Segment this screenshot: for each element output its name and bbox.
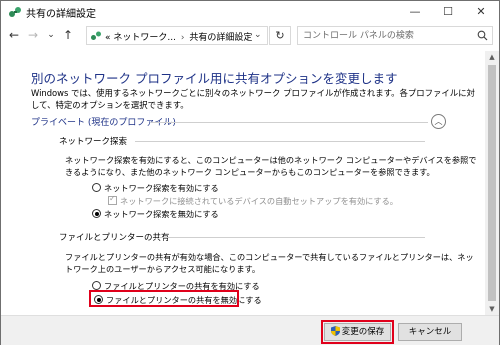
network-discovery-on-radio[interactable] [92, 183, 101, 192]
page-description: Windows では、使用するネットワークごとに別々のネットワーク プロファイル… [31, 88, 475, 110]
minimize-button[interactable]: — [399, 1, 431, 23]
close-button[interactable]: ✕ [465, 1, 497, 23]
recent-locations-button[interactable]: ⌄ [43, 27, 59, 43]
address-dropdown-icon[interactable]: ⌄ [254, 30, 262, 40]
breadcrumb-overflow[interactable]: « [105, 33, 111, 43]
page-title: 別のネットワーク プロファイル用に共有オプションを変更します [31, 71, 398, 86]
control-panel-icon [91, 31, 101, 40]
maximize-button[interactable]: ☐ [432, 1, 464, 23]
file-printer-sharing-text: ファイルとプリンターの共有が有効な場合、このコンピューターで共有しているファイル… [65, 252, 474, 274]
address-bar[interactable]: « ネットワーク... › 共有の詳細設定 ⌄ [86, 26, 268, 45]
back-button[interactable]: ← [6, 27, 22, 43]
advanced-sharing-window: 共有の詳細設定 — ☐ ✕ ← → ⌄ ↑ « ネットワーク... › 共有の詳… [0, 0, 500, 345]
cancel-button[interactable]: キャンセル [398, 323, 462, 341]
window-title: 共有の詳細設定 [26, 9, 96, 20]
auto-setup-option[interactable]: ネットワークに接続されているデバイスの自動セットアップを有効にする。 [108, 194, 398, 207]
auto-setup-checkbox[interactable] [108, 194, 117, 205]
network-discovery-off-label[interactable]: ネットワーク探索を無効にする [104, 209, 219, 219]
breadcrumb-advanced-sharing[interactable]: 共有の詳細設定 [189, 33, 252, 43]
search-input[interactable] [303, 29, 473, 42]
breadcrumb: « ネットワーク... › 共有の詳細設定 [105, 30, 252, 43]
network-discovery-heading: ネットワーク探索 [59, 137, 128, 147]
search-box[interactable] [297, 26, 493, 45]
sharing-on-radio[interactable] [92, 281, 101, 290]
network-discovery-divider [135, 141, 425, 142]
refresh-button[interactable]: ↻ [269, 26, 291, 45]
network-discovery-on-label[interactable]: ネットワーク探索を有効にする [104, 183, 219, 193]
vertical-scrollbar[interactable]: ▲ ▼ [485, 51, 499, 315]
collapse-chevron-icon[interactable]: ︿ [431, 114, 446, 129]
network-discovery-on-option[interactable]: ネットワーク探索を有効にする [92, 182, 219, 194]
scroll-thumb[interactable] [488, 65, 496, 301]
scroll-up-arrow-icon[interactable]: ▲ [485, 51, 499, 63]
search-icon[interactable] [477, 30, 488, 41]
breadcrumb-separator: › [180, 33, 185, 43]
auto-setup-label[interactable]: ネットワークに接続されているデバイスの自動セットアップを有効にする。 [120, 196, 398, 206]
network-sharing-icon [9, 7, 21, 17]
forward-button[interactable]: → [25, 27, 41, 43]
address-row: ← → ⌄ ↑ « ネットワーク... › 共有の詳細設定 ⌄ ↻ [1, 23, 499, 49]
scroll-down-arrow-icon[interactable]: ▼ [485, 303, 499, 315]
breadcrumb-network[interactable]: ネットワーク... [113, 33, 176, 43]
sharing-off-highlight [89, 290, 239, 307]
up-button[interactable]: ↑ [60, 27, 76, 43]
network-discovery-text: ネットワーク探索を有効にすると、このコンピューターは他のネットワーク コンピュー… [65, 155, 477, 177]
title-bar: 共有の詳細設定 — ☐ ✕ [1, 1, 499, 23]
save-button-highlight [321, 320, 394, 344]
content-area: 別のネットワーク プロファイル用に共有オプションを変更します Windows で… [1, 51, 485, 315]
footer-bar: 変更の保存 キャンセル [1, 315, 499, 345]
network-discovery-off-radio[interactable] [92, 209, 101, 218]
file-printer-sharing-heading: ファイルとプリンターの共有 [59, 233, 170, 243]
network-discovery-off-option[interactable]: ネットワーク探索を無効にする [92, 208, 219, 220]
file-printer-sharing-divider [159, 237, 425, 238]
profile-divider [151, 122, 428, 123]
